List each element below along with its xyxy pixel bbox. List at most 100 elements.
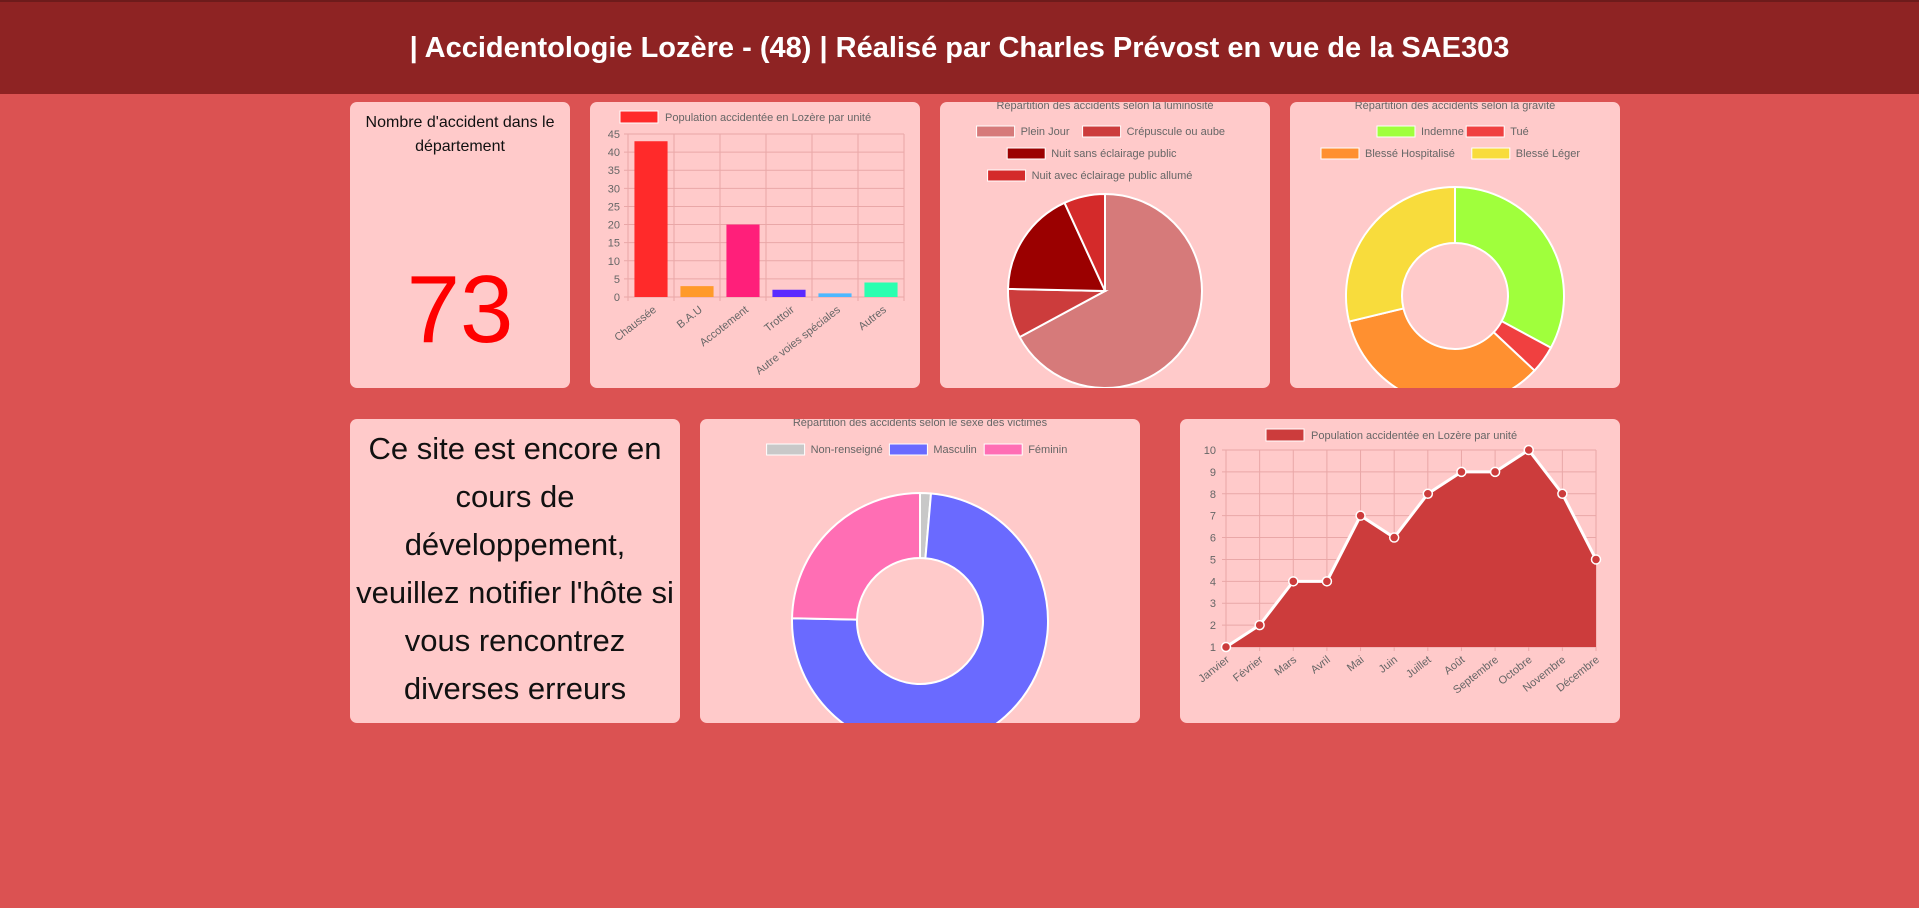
luminosity-pie-card: Répartition des accidents selon la lumin… — [940, 102, 1270, 388]
monthly-point-decembre — [1590, 554, 1602, 565]
monthly-ytick: 1 — [1210, 642, 1216, 654]
surface-bar-autres — [864, 282, 898, 297]
accident-count-value: 73 — [406, 256, 514, 363]
luminosity-legend-swatch-plein-jour — [976, 125, 1016, 138]
monthly-xtick-aout: Août — [1442, 654, 1467, 677]
surface-legend-label: Population accidentée en Lozère par unit… — [665, 112, 871, 124]
monthly-point-novembre — [1557, 488, 1568, 500]
surface-ytick: 40 — [608, 147, 620, 159]
surface-bar-chart: Population accidentée en Lozère par unit… — [608, 110, 905, 378]
monthly-xtick-mars: Mars — [1272, 654, 1299, 679]
gravity-legend-label-blesse-leger: Blessé Léger — [1516, 148, 1581, 160]
luminosity-legend-swatch-crepuscule-ou-aube — [1082, 125, 1122, 138]
sex-slice-feminin — [791, 491, 921, 621]
gravity-legend-swatch-indemne — [1376, 125, 1416, 138]
monthly-point-septembre — [1489, 466, 1501, 478]
gravity-doughnut-chart: Répartition des accidents selon la gravi… — [1320, 102, 1581, 388]
sex-legend-label-non-renseigne: Non-renseigné — [811, 444, 883, 456]
monthly-ytick: 2 — [1210, 620, 1216, 632]
sex-legend-label-feminin: Féminin — [1028, 444, 1067, 456]
page-header: | Accidentologie Lozère - (48) | Réalisé… — [0, 0, 1919, 94]
surface-ytick: 0 — [614, 292, 620, 304]
monthly-legend-label: Population accidentée en Lozère par unit… — [1311, 430, 1517, 442]
sex-doughnut-chart: Répartition des accidents selon le sexe … — [766, 419, 1067, 723]
monthly-point-octobre — [1523, 444, 1534, 456]
surface-ytick: 45 — [608, 129, 620, 141]
gravity-title: Répartition des accidents selon la gravi… — [1355, 102, 1556, 112]
surface-bar-b-a-u — [680, 286, 714, 297]
sex-legend-swatch-masculin — [888, 443, 928, 456]
page-title: | Accidentologie Lozère - (48) | Réalisé… — [409, 31, 1510, 64]
monthly-point-avril — [1321, 576, 1333, 587]
gravity-legend-label-tue: Tué — [1510, 126, 1529, 138]
dev-notice-card: Ce site est encore en cours de développe… — [350, 419, 680, 723]
monthly-point-aout — [1456, 466, 1467, 478]
monthly-legend-swatch — [1265, 428, 1305, 442]
surface-bar-chaussee — [634, 141, 668, 297]
accident-count-card: Nombre d'accident dans le département 73 — [350, 102, 570, 388]
luminosity-legend-label-nuit-avec-eclairage-public-allume: Nuit avec éclairage public allumé — [1032, 170, 1193, 182]
accident-count-title: Nombre d'accident dans le département — [365, 114, 555, 155]
luminosity-legend-swatch-nuit-avec-eclairage-public-allume — [987, 169, 1027, 182]
monthly-area-chart-card: Population accidentée en Lozère par unit… — [1180, 419, 1620, 723]
monthly-xtick-avril: Avril — [1309, 654, 1333, 677]
luminosity-title: Répartition des accidents selon la lumin… — [996, 102, 1213, 112]
luminosity-legend-label-nuit-sans-eclairage-public: Nuit sans éclairage public — [1051, 148, 1177, 160]
surface-xtick-autres: Autres — [856, 304, 889, 333]
monthly-xtick-juillet: Juillet — [1404, 654, 1434, 681]
gravity-legend-swatch-tue — [1465, 125, 1505, 138]
monthly-ytick: 7 — [1210, 511, 1216, 523]
monthly-xtick-janvier: Janvier — [1197, 654, 1233, 685]
monthly-ytick: 8 — [1210, 489, 1216, 501]
surface-ytick: 20 — [608, 220, 620, 232]
monthly-xtick-mai: Mai — [1345, 654, 1366, 674]
gravity-slice-blesse-leger — [1345, 185, 1456, 323]
monthly-ytick: 9 — [1210, 467, 1216, 479]
surface-ytick: 30 — [608, 183, 620, 195]
gravity-legend-swatch-blesse-leger — [1471, 147, 1511, 160]
sex-legend-swatch-non-renseigne — [766, 443, 806, 456]
monthly-ytick: 3 — [1210, 598, 1216, 610]
sex-legend-swatch-feminin — [983, 443, 1023, 456]
monthly-xtick-juin: Juin — [1377, 654, 1400, 676]
luminosity-pie-chart: Répartition des accidents selon la lumin… — [976, 102, 1225, 388]
monthly-ytick: 10 — [1204, 445, 1216, 457]
monthly-point-mars — [1288, 576, 1299, 587]
monthly-area-fill — [1226, 450, 1596, 647]
luminosity-legend-label-crepuscule-ou-aube: Crépuscule ou aube — [1127, 126, 1225, 138]
monthly-ytick: 4 — [1210, 576, 1216, 588]
gravity-legend-label-indemne: Indemne — [1421, 126, 1464, 138]
gravity-slice-indemne — [1454, 185, 1565, 350]
gravity-legend-swatch-blesse-hospitalise — [1320, 147, 1360, 160]
surface-bar-accotement — [726, 224, 760, 297]
monthly-point-mai — [1355, 510, 1366, 521]
surface-xtick-autre-voies-speciales: Autre voies spéciales — [754, 304, 844, 378]
surface-bar-chart-card: Population accidentée en Lozère par unit… — [590, 102, 920, 388]
sex-title: Répartition des accidents selon le sexe … — [793, 419, 1048, 429]
monthly-xtick-fevrier: Février — [1231, 654, 1266, 685]
monthly-point-juin — [1388, 532, 1400, 543]
surface-xtick-chaussee: Chaussée — [612, 304, 658, 344]
monthly-point-juillet — [1422, 488, 1434, 500]
surface-ytick: 10 — [608, 256, 620, 268]
surface-ytick: 25 — [608, 201, 620, 213]
surface-xtick-accotement: Accotement — [698, 304, 751, 349]
monthly-ytick: 5 — [1210, 554, 1216, 566]
surface-xtick-b-a-u: B.A.U — [675, 304, 705, 331]
surface-legend-swatch — [619, 110, 659, 124]
luminosity-legend-swatch-nuit-sans-eclairage-public — [1006, 147, 1046, 160]
surface-xtick-trottoir: Trottoir — [762, 304, 797, 335]
luminosity-legend-label-plein-jour: Plein Jour — [1021, 126, 1070, 138]
sex-legend-label-masculin: Masculin — [933, 444, 976, 456]
sex-doughnut-card: Répartition des accidents selon le sexe … — [700, 419, 1140, 723]
surface-bar-autre-voies-speciales — [818, 293, 852, 297]
monthly-ytick: 6 — [1210, 533, 1216, 545]
gravity-legend-label-blesse-hospitalise: Blessé Hospitalisé — [1365, 148, 1455, 160]
surface-ytick: 35 — [608, 165, 620, 177]
monthly-area-chart: Population accidentée en Lozère par unit… — [1197, 428, 1602, 696]
surface-bar-trottoir — [772, 289, 806, 297]
surface-ytick: 15 — [608, 238, 620, 250]
gravity-doughnut-card: Répartition des accidents selon la gravi… — [1290, 102, 1620, 388]
dev-notice-text: Ce site est encore en cours de développe… — [356, 431, 674, 706]
surface-ytick: 5 — [614, 274, 620, 286]
